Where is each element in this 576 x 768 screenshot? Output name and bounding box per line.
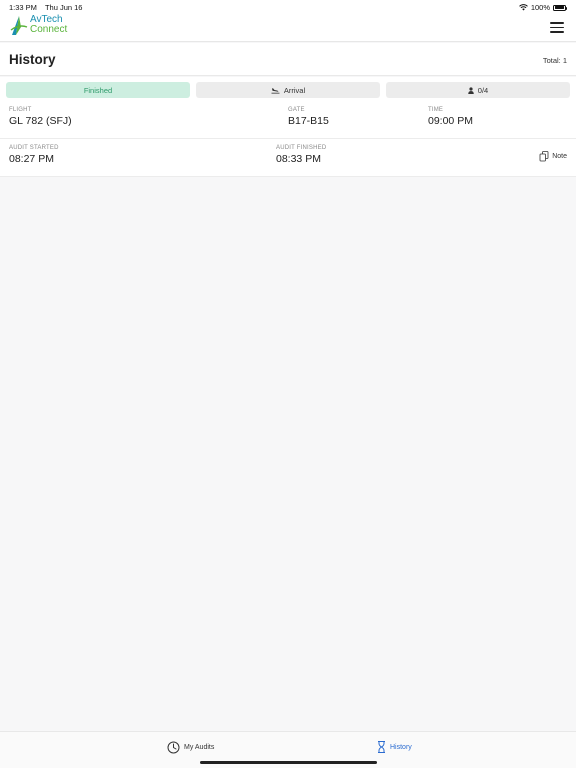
gate-field: GATE B17-B15 — [288, 107, 329, 127]
person-icon — [468, 86, 474, 94]
page-title: History — [9, 52, 56, 67]
audit-times-row: AUDIT STARTED 08:27 PM AUDIT FINISHED 08… — [0, 145, 576, 177]
screen: 1:33 PM Thu Jun 16 100% AvTech Connect H… — [0, 0, 576, 768]
status-time: 1:33 PM — [9, 3, 37, 12]
status-bar: 1:33 PM Thu Jun 16 100% — [0, 0, 576, 14]
total-count: Total: 1 — [542, 56, 567, 65]
audit-finished-label: AUDIT FINISHED — [276, 145, 327, 151]
time-label: TIME — [428, 107, 444, 113]
app-logo: AvTech Connect — [10, 15, 67, 37]
status-badge: Finished — [6, 82, 190, 98]
flight-label: FLIGHT — [9, 107, 32, 113]
page-header: History Total: 1 — [0, 43, 576, 76]
clock-icon — [167, 741, 180, 754]
direction-label: Arrival — [283, 85, 306, 95]
note-button[interactable]: Note — [539, 151, 567, 162]
audit-finished-value: 08:33 PM — [276, 153, 321, 165]
flight-info-row: FLIGHT GL 782 (SFJ) GATE B17-B15 TIME 09… — [0, 107, 576, 139]
gate-label: GATE — [288, 107, 305, 113]
nav-bar: AvTech Connect — [0, 14, 576, 42]
hamburger-menu-icon[interactable] — [550, 22, 564, 33]
logo-line1: AvTech — [30, 14, 63, 25]
flight-field: FLIGHT GL 782 (SFJ) — [9, 107, 72, 127]
audit-chips: Finished Arrival 0/4 — [6, 82, 570, 98]
tab-bar: My Audits History — [0, 731, 576, 768]
crew-badge: 0/4 — [386, 82, 570, 98]
hourglass-icon — [378, 741, 385, 753]
crew-count: 0/4 — [477, 85, 489, 95]
plane-logo-icon — [10, 16, 28, 35]
gate-value: B17-B15 — [288, 115, 329, 127]
tab-history[interactable]: History — [377, 741, 412, 753]
home-indicator — [200, 761, 377, 764]
battery-icon — [553, 4, 568, 11]
audit-card[interactable]: Finished Arrival 0/4 FLIGHT GL 782 (SFJ)… — [0, 77, 576, 177]
audit-started-label: AUDIT STARTED — [9, 145, 59, 151]
note-label: Note — [552, 153, 567, 160]
audit-finished-field: AUDIT FINISHED 08:33 PM — [276, 145, 326, 165]
tab-my-audits[interactable]: My Audits — [167, 741, 214, 754]
flight-value: GL 782 (SFJ) — [9, 115, 72, 127]
note-icon — [539, 151, 549, 162]
tab-my-audits-label: My Audits — [184, 744, 215, 751]
wifi-icon — [518, 4, 528, 11]
direction-badge: Arrival — [196, 82, 380, 98]
plane-landing-icon — [271, 87, 280, 94]
logo-line2: Connect — [30, 24, 68, 35]
audit-started-field: AUDIT STARTED 08:27 PM — [9, 145, 59, 165]
time-value: 09:00 PM — [428, 115, 473, 127]
status-label: Finished — [83, 85, 113, 95]
status-date: Thu Jun 16 — [44, 3, 83, 12]
tab-history-label: History — [390, 743, 412, 751]
audit-started-value: 08:27 PM — [9, 153, 54, 165]
battery-percent: 100% — [530, 3, 550, 12]
time-field: TIME 09:00 PM — [428, 107, 473, 127]
